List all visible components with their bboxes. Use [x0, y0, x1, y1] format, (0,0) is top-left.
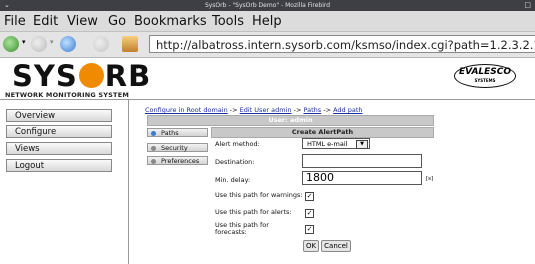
menu-file[interactable]: File — [4, 14, 26, 29]
cancel-button[interactable]: Cancel — [321, 240, 351, 252]
sidebar-item-configure[interactable]: Configure — [6, 125, 112, 138]
form-title: Create AlertPath — [211, 127, 434, 138]
menu-go[interactable]: Go — [108, 14, 126, 29]
forecasts-checkbox[interactable]: ✓ — [305, 225, 314, 234]
forward-dropdown-icon[interactable]: ▾ — [50, 38, 54, 46]
evalesco-logo: EVALESCO SYSTEMS — [454, 64, 516, 88]
sidebar-item-views[interactable]: Views — [6, 142, 112, 155]
forward-icon[interactable] — [31, 36, 47, 52]
navigation-bar: ▾ ▾ http://albatross.intern.sysorb.com/k… — [0, 32, 535, 58]
security-bullet-icon — [151, 146, 156, 151]
window-title: SysOrb - "SysOrb Demo" - Mozilla Firebir… — [204, 2, 331, 9]
breadcrumb-paths[interactable]: Paths — [303, 106, 321, 114]
page-content: SYS RB TM NETWORK MONITORING SYSTEM EVALE… — [0, 58, 535, 264]
header-divider — [0, 99, 535, 100]
min-delay-label: Min. delay: — [215, 176, 251, 184]
back-dropdown-icon[interactable]: ▾ — [22, 38, 26, 46]
menu-view[interactable]: View — [67, 14, 98, 29]
alerts-checkbox[interactable]: ✓ — [305, 209, 314, 218]
min-delay-unit: [s] — [426, 176, 434, 182]
select-arrow-icon[interactable]: ▼ — [356, 140, 368, 149]
url-input[interactable]: http://albatross.intern.sysorb.com/ksmso… — [149, 35, 535, 53]
tab-paths[interactable]: Paths — [147, 128, 208, 137]
window-close-icon[interactable]: □ — [524, 0, 531, 11]
stop-icon[interactable] — [93, 36, 109, 52]
menu-help[interactable]: Help — [252, 14, 282, 29]
tab-preferences[interactable]: Preferences — [147, 156, 208, 165]
window-menu-icon[interactable]: ⌄ — [4, 0, 10, 11]
breadcrumb-add-path[interactable]: Add path — [333, 106, 362, 114]
breadcrumb-edit-user[interactable]: Edit User admin — [240, 106, 292, 114]
orb-icon — [78, 63, 104, 88]
destination-label: Destination: — [215, 158, 255, 166]
warnings-checkbox[interactable]: ✓ — [305, 192, 314, 201]
sidebar-divider — [128, 100, 129, 264]
trademark: TM — [134, 65, 142, 71]
back-icon[interactable] — [3, 36, 19, 52]
preferences-bullet-icon — [151, 159, 156, 164]
destination-input[interactable] — [302, 154, 422, 168]
warnings-label: Use this path for warnings: — [215, 191, 303, 199]
tab-security[interactable]: Security — [147, 143, 208, 152]
alerts-label: Use this path for alerts: — [215, 208, 292, 216]
menu-tools[interactable]: Tools — [212, 14, 244, 29]
user-bar: User: admin — [147, 115, 434, 126]
tagline: NETWORK MONITORING SYSTEM — [5, 91, 129, 99]
sidebar-item-logout[interactable]: Logout — [6, 159, 112, 172]
forecasts-label: Use this path for forecasts: — [215, 221, 269, 236]
menu-bookmarks[interactable]: Bookmarks — [134, 14, 207, 29]
menu-bar: File Edit View Go Bookmarks Tools Help — [0, 11, 535, 32]
paths-bullet-icon — [151, 131, 156, 136]
breadcrumb: Configure in Root domain -> Edit User ad… — [145, 106, 363, 114]
window-titlebar: ⌄ SysOrb - "SysOrb Demo" - Mozilla Fireb… — [0, 0, 535, 11]
alert-method-label: Alert method: — [215, 140, 260, 148]
breadcrumb-configure[interactable]: Configure in Root domain — [145, 106, 228, 114]
reload-icon[interactable] — [60, 36, 76, 52]
min-delay-input[interactable]: 1800 — [302, 171, 422, 185]
alert-method-select[interactable]: HTML e-mail ▼ — [302, 138, 370, 149]
menu-edit[interactable]: Edit — [33, 14, 58, 29]
sidebar-item-overview[interactable]: Overview — [6, 109, 112, 122]
ok-button[interactable]: OK — [303, 240, 319, 252]
home-icon[interactable] — [122, 36, 138, 52]
sysorb-logo: SYS RB — [12, 59, 152, 93]
